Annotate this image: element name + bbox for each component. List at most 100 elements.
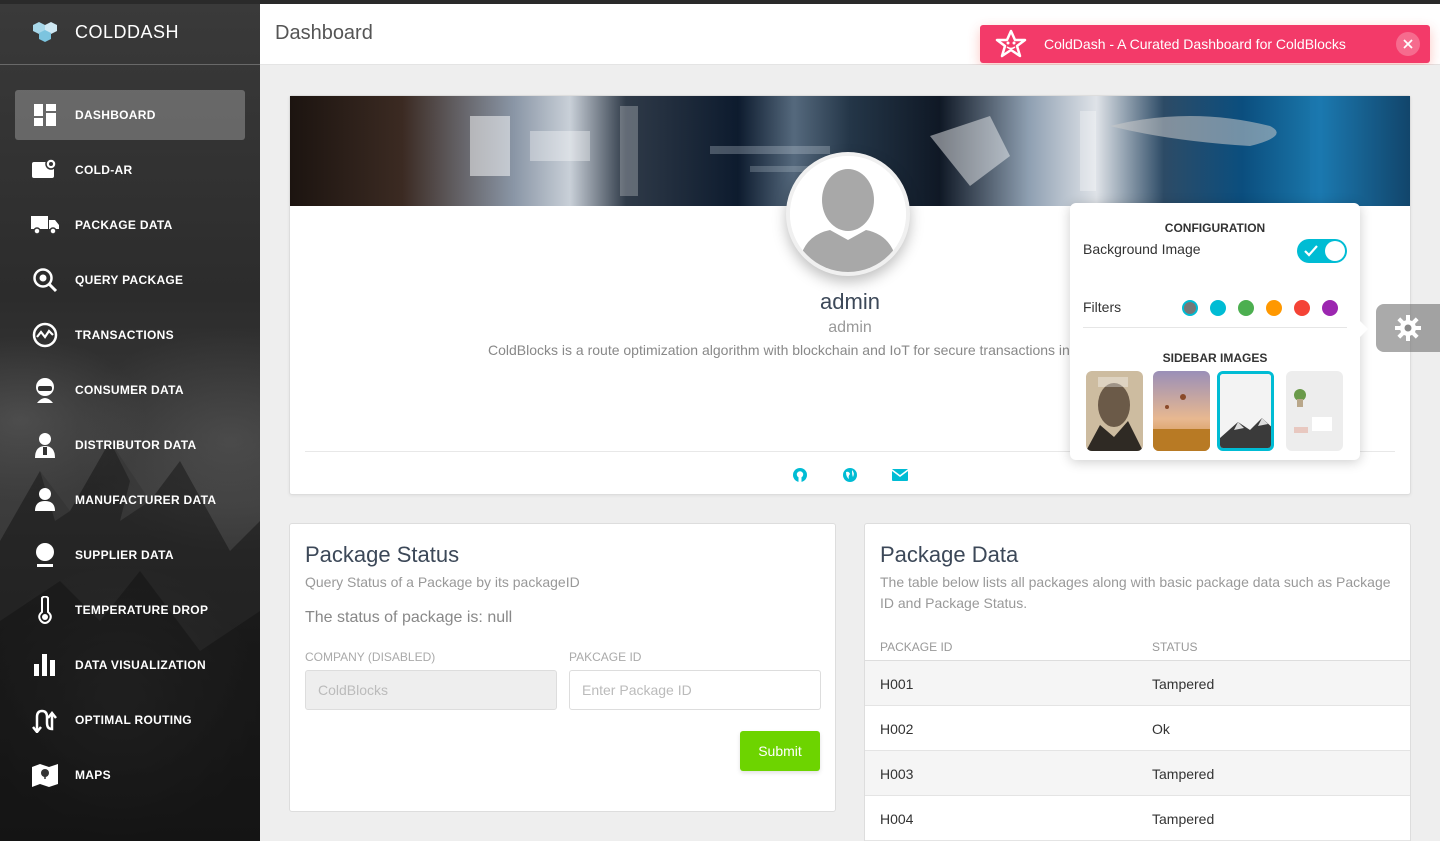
package-id-cell: H004 xyxy=(880,811,914,827)
sidebar-item-label: TEMPERATURE DROP xyxy=(75,603,209,617)
configuration-panel: CONFIGURATION Background Image Filters S… xyxy=(1070,203,1360,460)
table-row[interactable]: H004 Tampered xyxy=(865,796,1410,841)
company-field xyxy=(305,670,557,710)
package-status-subtitle: Query Status of a Package by its package… xyxy=(305,574,580,590)
sidebar-item-label: DISTRIBUTOR DATA xyxy=(75,438,197,452)
dashboard-icon xyxy=(31,101,59,129)
sidebar-item-label: MAPS xyxy=(75,768,111,782)
sidebar-item-label: DASHBOARD xyxy=(75,108,156,122)
column-header-status: STATUS xyxy=(1152,640,1198,654)
sidebar-item-maps[interactable]: MAPS xyxy=(15,750,245,800)
sidebar: COLDDASH DASHBOARD COLD-AR PACKAGE DATA … xyxy=(0,0,260,841)
profile-description: ColdBlocks is a route optimization algor… xyxy=(488,342,1070,358)
filter-swatch-cyan[interactable] xyxy=(1210,300,1226,316)
package-id-input[interactable] xyxy=(569,670,821,710)
envelope-icon xyxy=(892,469,908,481)
sidebar-item-label: QUERY PACKAGE xyxy=(75,273,184,287)
sidebar-item-package-data[interactable]: PACKAGE DATA xyxy=(15,200,245,250)
submit-button[interactable]: Submit xyxy=(740,731,820,771)
avatar[interactable] xyxy=(786,152,910,276)
sidebar-image-option-desk[interactable] xyxy=(1286,371,1343,451)
github-icon xyxy=(793,468,807,482)
sidebar-item-supplier-data[interactable]: SUPPLIER DATA xyxy=(15,530,245,580)
package-status-result: The status of package is: null xyxy=(305,609,513,626)
check-icon xyxy=(1304,245,1318,257)
app-name: COLDDASH xyxy=(75,21,180,42)
sidebar-image-option-balloons[interactable] xyxy=(1153,371,1210,451)
status-cell: Tampered xyxy=(1152,676,1215,692)
sidebar-logo[interactable]: COLDDASH xyxy=(0,0,260,65)
divider xyxy=(1083,327,1347,328)
sidebar-item-label: SUPPLIER DATA xyxy=(75,548,174,562)
sidebar-item-manufacturer-data[interactable]: MANUFACTURER DATA xyxy=(15,475,245,525)
page-title: Dashboard xyxy=(275,22,373,44)
sidebar-item-temperature-drop[interactable]: TEMPERATURE DROP xyxy=(15,585,245,635)
sidebar-item-consumer-data[interactable]: CONSUMER DATA xyxy=(15,365,245,415)
user-silhouette-icon xyxy=(790,156,906,272)
sidebar-nav: DASHBOARD COLD-AR PACKAGE DATA QUERY PAC… xyxy=(15,90,245,805)
status-cell: Tampered xyxy=(1152,811,1215,827)
filter-swatch-green[interactable] xyxy=(1238,300,1254,316)
supplier-icon xyxy=(31,541,59,569)
package-id-cell: H002 xyxy=(880,721,914,737)
table-row[interactable]: H003 Tampered xyxy=(865,751,1410,796)
notification-text: ColdDash - A Curated Dashboard for ColdB… xyxy=(1044,36,1346,52)
map-icon xyxy=(31,761,59,789)
sidebar-item-transactions[interactable]: TRANSACTIONS xyxy=(15,310,245,360)
notification-star-icon xyxy=(995,29,1027,58)
sidebar-item-label: DATA VISUALIZATION xyxy=(75,658,206,672)
configuration-pointer xyxy=(1357,318,1368,340)
sidebar-item-optimal-routing[interactable]: OPTIMAL ROUTING xyxy=(15,695,245,745)
sidebar-item-label: COLD-AR xyxy=(75,163,133,177)
package-data-card: Package Data The table below lists all p… xyxy=(864,523,1411,841)
filter-swatch-orange[interactable] xyxy=(1266,300,1282,316)
close-icon xyxy=(1403,39,1413,49)
cubes-logo-icon xyxy=(33,22,57,42)
sidebar-item-label: PACKAGE DATA xyxy=(75,218,173,232)
background-image-toggle[interactable] xyxy=(1297,239,1347,263)
truck-icon xyxy=(31,211,59,239)
sidebar-images-title: SIDEBAR IMAGES xyxy=(1162,351,1268,365)
package-id-cell: H001 xyxy=(880,676,914,692)
sidebar-item-query-package[interactable]: QUERY PACKAGE xyxy=(15,255,245,305)
thermometer-icon xyxy=(31,596,59,624)
close-notification-button[interactable] xyxy=(1396,32,1420,56)
table-row[interactable]: H001 Tampered xyxy=(865,661,1410,706)
sidebar-item-cold-ar[interactable]: COLD-AR xyxy=(15,145,245,195)
company-label: COMPANY (DISABLED) xyxy=(305,650,436,664)
package-id-cell: H003 xyxy=(880,766,914,782)
consumer-icon xyxy=(31,376,59,404)
background-image-label: Background Image xyxy=(1083,241,1201,257)
email-link[interactable] xyxy=(891,466,909,484)
table-row[interactable]: H002 Ok xyxy=(865,706,1410,751)
transactions-icon xyxy=(31,321,59,349)
sidebar-item-label: MANUFACTURER DATA xyxy=(75,493,217,507)
filters-label: Filters xyxy=(1083,299,1122,315)
route-icon xyxy=(31,706,59,734)
filter-swatch-gray[interactable] xyxy=(1182,300,1198,316)
distributor-icon xyxy=(31,431,59,459)
settings-toggle-button[interactable] xyxy=(1376,304,1440,352)
sidebar-item-distributor-data[interactable]: DISTRIBUTOR DATA xyxy=(15,420,245,470)
sidebar-image-option-mountain[interactable] xyxy=(1217,371,1274,451)
globe-icon xyxy=(843,468,857,482)
top-strip xyxy=(0,0,1440,4)
website-link[interactable] xyxy=(841,466,859,484)
sidebar-item-label: TRANSACTIONS xyxy=(75,328,174,342)
github-link[interactable] xyxy=(791,466,809,484)
filter-swatch-purple[interactable] xyxy=(1322,300,1338,316)
sidebar-item-label: OPTIMAL ROUTING xyxy=(75,713,192,727)
configuration-title: CONFIGURATION xyxy=(1164,221,1266,235)
filter-swatch-red[interactable] xyxy=(1294,300,1310,316)
ar-camera-icon xyxy=(31,156,59,184)
status-cell: Tampered xyxy=(1152,766,1215,782)
status-cell: Ok xyxy=(1152,721,1170,737)
sidebar-image-option-portrait[interactable] xyxy=(1086,371,1143,451)
column-header-package-id: PACKAGE ID xyxy=(880,640,953,654)
package-status-card: Package Status Query Status of a Package… xyxy=(289,523,836,812)
sidebar-item-dashboard[interactable]: DASHBOARD xyxy=(15,90,245,140)
bar-chart-icon xyxy=(31,651,59,679)
top-navbar: Dashboard ColdDash - A Curated Dashboard… xyxy=(260,4,1440,65)
query-search-icon xyxy=(31,266,59,294)
sidebar-item-data-visualization[interactable]: DATA VISUALIZATION xyxy=(15,640,245,690)
